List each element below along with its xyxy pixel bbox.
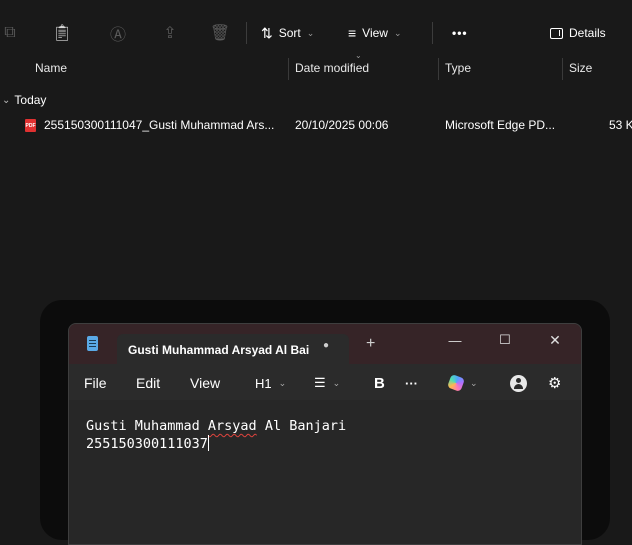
toolbar-divider: [246, 22, 247, 44]
notepad-app-icon: [87, 336, 98, 351]
file-size: 53 K: [609, 118, 632, 132]
view-icon: ≡: [348, 25, 357, 41]
chevron-down-icon: ⌄: [393, 27, 402, 38]
group-label: Today: [14, 93, 47, 107]
sort-button[interactable]: ⇅ Sort ⌄: [261, 20, 314, 46]
group-header-today[interactable]: ⌄ Today: [2, 92, 46, 108]
new-tab-button[interactable]: +: [366, 335, 375, 353]
column-divider[interactable]: [562, 58, 563, 80]
delete-icon[interactable]: 🗑︎: [206, 10, 234, 56]
avatar: [510, 374, 527, 392]
text-cursor: [207, 435, 209, 451]
notepad-tab[interactable]: Gusti Muhammad Arsyad Al Bai ●: [117, 334, 349, 364]
column-divider[interactable]: [438, 58, 439, 80]
list-dropdown[interactable]: ☰ ⌄: [314, 373, 340, 393]
text-line-1a: Gusti Muhammad: [86, 418, 208, 434]
details-label: Details: [569, 26, 606, 40]
chevron-down-icon: ⌄: [278, 377, 287, 388]
account-button[interactable]: [510, 373, 527, 393]
explorer-toolbar: ⧉ 📋︎ Ⓐ ⇪ 🗑︎ ⇅ Sort ⌄ ≡ View ⌄ ••• Detail…: [4, 10, 632, 56]
notepad-titlebar[interactable]: Gusti Muhammad Arsyad Al Bai ● + — ☐ ✕: [69, 324, 581, 364]
share-icon[interactable]: ⇪: [156, 10, 184, 56]
view-label: View: [362, 26, 388, 40]
chevron-down-icon: ⌄: [2, 94, 11, 106]
heading-label: H1: [255, 375, 272, 391]
file-name: 255150300111047_Gusti Muhammad Ars...: [44, 118, 275, 132]
column-header-name[interactable]: Name: [35, 58, 67, 80]
copilot-dropdown[interactable]: ⌄: [447, 373, 478, 393]
pdf-file-icon: PDF: [25, 119, 36, 132]
menu-view[interactable]: View: [190, 375, 220, 391]
menu-file[interactable]: File: [84, 375, 107, 391]
toolbar-divider: [432, 22, 433, 44]
notepad-window: Gusti Muhammad Arsyad Al Bai ● + — ☐ ✕ F…: [68, 323, 582, 545]
details-button[interactable]: Details: [550, 20, 606, 46]
bold-button[interactable]: B: [374, 373, 385, 393]
maximize-button[interactable]: ☐: [489, 330, 521, 350]
view-button[interactable]: ≡ View ⌄: [348, 20, 402, 46]
column-header-date-modified[interactable]: Date modified: [295, 58, 369, 80]
misspelled-word[interactable]: Arsyad: [208, 418, 257, 434]
notepad-menubar: File Edit View H1 ⌄ ☰ ⌄ B ··· ⌄ ⚙︎: [69, 364, 581, 400]
menu-edit[interactable]: Edit: [136, 375, 160, 391]
chevron-down-icon: ⌄: [470, 377, 478, 388]
settings-gear-icon[interactable]: ⚙︎: [548, 373, 561, 393]
copy-icon[interactable]: ⧉: [0, 10, 22, 56]
paste-icon[interactable]: 📋︎: [48, 10, 76, 56]
column-headers: Name Date modified Type Size: [8, 58, 632, 80]
list-icon: ☰: [314, 375, 326, 390]
column-header-size[interactable]: Size: [569, 58, 592, 80]
chevron-down-icon: ⌄: [332, 377, 341, 388]
file-type: Microsoft Edge PD...: [445, 118, 556, 132]
editor-text[interactable]: Gusti Muhammad Arsyad Al Banjari 2551503…: [86, 417, 346, 453]
more-options-button[interactable]: •••: [452, 20, 468, 46]
tab-title: Gusti Muhammad Arsyad Al Bai: [128, 343, 310, 357]
notepad-editor[interactable]: Gusti Muhammad Arsyad Al Banjari 2551503…: [69, 400, 581, 544]
unsaved-indicator-icon[interactable]: ●: [323, 340, 329, 351]
details-pane-icon: [550, 27, 563, 39]
file-date-modified: 20/10/2025 00:06: [295, 118, 389, 132]
sort-icon: ⇅: [261, 24, 273, 41]
sort-label: Sort: [278, 26, 301, 40]
file-row[interactable]: PDF 255150300111047_Gusti Muhammad Ars..…: [8, 115, 632, 137]
minimize-button[interactable]: —: [439, 330, 471, 350]
text-line-1c: Al Banjari: [256, 418, 347, 434]
chevron-down-icon: ⌄: [306, 27, 315, 38]
more-tools-button[interactable]: ···: [405, 373, 418, 393]
column-divider[interactable]: [288, 58, 289, 80]
text-line-2: 255150300111037: [86, 436, 208, 452]
close-button[interactable]: ✕: [539, 330, 571, 350]
heading-dropdown[interactable]: H1 ⌄: [255, 373, 286, 393]
copilot-icon: [447, 374, 465, 392]
column-header-type[interactable]: Type: [445, 58, 471, 80]
rename-icon[interactable]: Ⓐ: [104, 10, 132, 56]
